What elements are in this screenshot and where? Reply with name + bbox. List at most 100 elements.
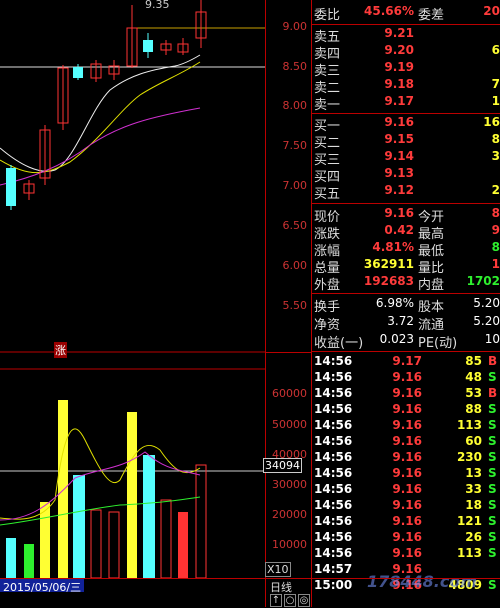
tick-row[interactable]: 14:56 9.16 18 S [312,498,500,514]
scroll-up-icon[interactable]: ↑ [270,594,282,607]
tick-volume: 13 [465,466,482,480]
tick-row[interactable]: 14:56 9.16 88 S [312,402,500,418]
tick-side: S [488,434,497,448]
quote-row: 涨跌 0.42 最高 9 [312,223,500,242]
tick-price: 9.16 [392,434,422,448]
vol-axis-label: 60000 [272,387,307,400]
quote-value: 362911 [363,257,414,271]
tick-time: 14:56 [314,354,353,368]
tick-time: 14:56 [314,482,353,496]
tick-row[interactable]: 14:56 9.16 230 S [312,450,500,466]
quote-value: 9.16 [384,206,414,220]
tick-side: S [488,370,497,384]
period-button[interactable]: 日线 [270,579,292,595]
divider [312,293,500,294]
tick-volume: 121 [456,514,482,528]
bid-row[interactable]: 买一 9.16 16 [312,115,500,134]
tick-side: S [488,514,497,528]
zoom-in-icon[interactable]: ◎ [298,594,310,607]
axis-label: 6.50 [282,219,308,232]
tick-volume: 33 [465,482,482,496]
axis-label: 7.00 [282,179,308,192]
bid-row[interactable]: 买五 9.12 2 [312,183,500,202]
axis-label: 7.50 [282,139,308,152]
quote-value: 4.81% [372,240,414,254]
fundamental-value: 10 [484,332,500,346]
ask-row[interactable]: 卖四 9.20 6 [312,43,500,62]
tick-row[interactable]: 14:56 9.16 48 S [312,370,500,386]
ask-row[interactable]: 卖五 9.21 [312,26,500,45]
tick-row[interactable]: 14:56 9.16 113 S [312,418,500,434]
candle-bar [143,40,153,52]
ask-volume: 6 [491,43,500,57]
tick-time: 14:56 [314,434,353,448]
kline-chart-area[interactable]: 9.35 涨 [0,0,265,579]
bid-row[interactable]: 买四 9.13 [312,166,500,185]
tick-row[interactable]: 14:56 9.16 121 S [312,514,500,530]
tick-side: S [488,466,497,480]
axis-label: 8.00 [282,99,308,112]
ask-row[interactable]: 卖三 9.19 [312,60,500,79]
quote-row: 涨幅 4.81% 最低 8 [312,240,500,259]
fundamental-value: 0.023 [379,332,414,346]
tick-volume: 88 [465,402,482,416]
rise-tag: 涨 [54,342,67,358]
ask-price: 9.19 [384,60,414,74]
candle-bar [6,168,16,206]
tick-price: 9.16 [392,482,422,496]
ask-row[interactable]: 卖二 9.18 7 [312,77,500,96]
axis-label: 6.00 [282,259,308,272]
high-price-label: 9.35 [145,0,170,11]
tick-volume: 26 [465,530,482,544]
tick-time: 14:56 [314,386,353,400]
kline-svg[interactable] [0,0,265,579]
quote-value: 192683 [363,274,414,288]
ask-label: 卖一 [314,98,341,113]
bid-volume: 3 [491,149,500,163]
quote-value: 8 [491,240,500,254]
fundamental-row: 换手 6.98% 股本 5.20 [312,296,500,315]
tick-row[interactable]: 14:56 9.16 53 B [312,386,500,402]
vol-ma20-line [0,496,201,526]
tick-time: 14:56 [314,466,353,480]
bid-row[interactable]: 买三 9.14 3 [312,149,500,168]
tick-side: B [488,386,498,400]
bid-price: 9.12 [384,183,414,197]
scale-tag[interactable]: X10 [265,562,291,577]
tick-row[interactable]: 14:56 9.16 60 S [312,434,500,450]
tick-volume: 48 [465,370,482,384]
tick-side: S [488,482,497,496]
candlesticks [6,0,207,210]
tick-side: S [488,418,497,432]
tick-time: 14:56 [314,370,353,384]
tick-row[interactable]: 14:56 9.16 26 S [312,530,500,546]
tick-row[interactable]: 14:56 9.17 85 B [312,354,500,370]
divider [312,24,500,25]
axis-label: 8.50 [282,60,308,73]
tick-price: 9.16 [392,386,422,400]
bid-row[interactable]: 买二 9.15 8 [312,132,500,151]
bid-price: 9.14 [384,149,414,163]
fundamental-row: 收益(一) 0.023 PE(动) 10 [312,332,500,351]
tick-side: S [488,530,497,544]
ask-row[interactable]: 卖一 9.17 1 [312,94,500,113]
tick-time: 14:56 [314,530,353,544]
tick-row[interactable]: 14:56 9.16 13 S [312,466,500,482]
tick-row[interactable]: 14:56 9.16 33 S [312,482,500,498]
quote-panel: 委比 45.66% 委差 20 卖五 9.21 卖四 9.20 6 卖三 9.1… [311,0,500,607]
bid-price: 9.13 [384,166,414,180]
tick-volume: 85 [465,354,482,368]
tick-price: 9.16 [392,498,422,512]
tick-price: 9.16 [392,370,422,384]
tick-price: 9.16 [392,450,422,464]
tick-price: 9.16 [392,514,422,528]
tick-price: 9.16 [392,546,422,560]
committee-ratio-label: 委比 [314,8,341,23]
zoom-out-icon[interactable]: ○ [284,594,296,607]
quote-value: 1 [491,257,500,271]
quote-value: 0.42 [384,223,414,237]
tick-row[interactable]: 14:56 9.16 113 S [312,546,500,562]
divider [312,203,500,204]
candle-bar [73,67,83,78]
tick-side: S [488,498,497,512]
